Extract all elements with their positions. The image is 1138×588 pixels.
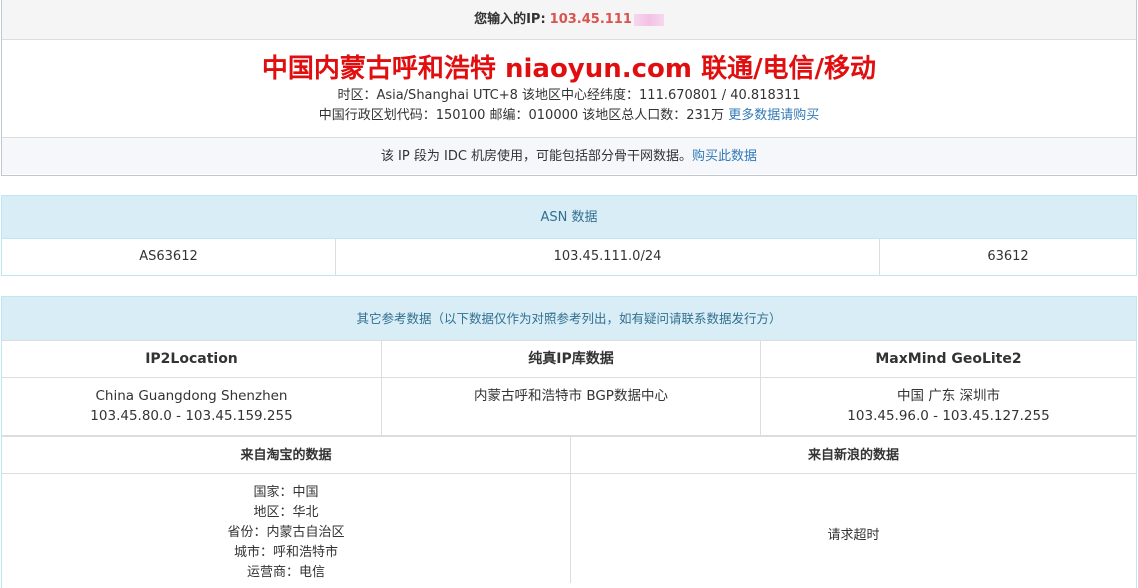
asn-prefix-cell: 103.45.111.0/24 <box>336 239 880 275</box>
chunzhen-body: 内蒙古呼和浩特市 BGP数据中心 <box>382 378 760 435</box>
ip-info-panel: 您输入的IP: 103.45.111 中国内蒙古呼和浩特 niaoyun.com … <box>1 0 1137 176</box>
asn-number-cell: AS63612 <box>2 239 336 275</box>
ip-value[interactable]: 103.45.111 <box>550 12 632 27</box>
idc-note-text: 该 IP 段为 IDC 机房使用，可能包括部分骨干网数据。 <box>380 149 693 164</box>
location-block: 中国内蒙古呼和浩特 niaoyun.com 联通/电信/移动 时区：Asia/S… <box>2 40 1136 126</box>
maxmind-column: MaxMind GeoLite2 中国 广东 深圳市 103.45.96.0 -… <box>761 341 1136 435</box>
chunzhen-column: 纯真IP库数据 内蒙古呼和浩特市 BGP数据中心 <box>382 341 761 435</box>
ip-label: 您输入的IP: <box>474 12 546 27</box>
maxmind-title: MaxMind GeoLite2 <box>761 341 1136 378</box>
ip2location-body: China Guangdong Shenzhen 103.45.80.0 - 1… <box>2 378 381 435</box>
timezone-line: 时区：Asia/Shanghai UTC+8 该地区中心经纬度：111.6708… <box>337 88 801 103</box>
idc-note: 该 IP 段为 IDC 机房使用，可能包括部分骨干网数据。购买此数据 <box>2 137 1136 174</box>
asn-row: AS63612 103.45.111.0/24 63612 <box>2 239 1136 275</box>
maxmind-location: 中国 广东 深圳市 <box>896 388 1001 404</box>
taobao-region: 地区：华北 <box>253 505 319 520</box>
redaction-mask <box>633 13 664 26</box>
chunzhen-location: 内蒙古呼和浩特市 BGP数据中心 <box>474 388 668 404</box>
reference-three-columns: IP2Location China Guangdong Shenzhen 103… <box>2 341 1136 435</box>
buy-more-data-link[interactable]: 更多数据请购买 <box>728 108 819 123</box>
reference-data-panel: 其它参考数据（以下数据仅作为对照参考列出，如有疑问请联系数据发行方） IP2Lo… <box>1 296 1137 588</box>
admin-code-text: 中国行政区划代码：150100 邮编：010000 该地区总人口数：231万 <box>318 108 725 123</box>
ip2location-location: China Guangdong Shenzhen <box>95 388 288 404</box>
asn-panel: ASN 数据 AS63612 103.45.111.0/24 63612 <box>1 195 1137 276</box>
taobao-city: 城市：呼和浩特市 <box>233 545 338 560</box>
taobao-body: 国家：中国 地区：华北 省份：内蒙古自治区 城市：呼和浩特市 运营商：电信 <box>2 474 570 583</box>
asn-id-cell: 63612 <box>987 249 1029 264</box>
reference-two-columns: 来自淘宝的数据 国家：中国 地区：华北 省份：内蒙古自治区 城市：呼和浩特市 运… <box>2 435 1136 583</box>
sina-status: 请求超时 <box>827 528 880 543</box>
ip2location-column: IP2Location China Guangdong Shenzhen 103… <box>2 341 382 435</box>
sina-title: 来自新浪的数据 <box>571 437 1136 474</box>
taobao-isp: 运营商：电信 <box>246 565 325 580</box>
ip2location-title: IP2Location <box>2 341 381 378</box>
maxmind-body: 中国 广东 深圳市 103.45.96.0 - 103.45.127.255 <box>761 378 1136 435</box>
taobao-title: 来自淘宝的数据 <box>2 437 570 474</box>
chunzhen-title: 纯真IP库数据 <box>382 341 760 378</box>
ip-header: 您输入的IP: 103.45.111 <box>2 0 1136 40</box>
taobao-country: 国家：中国 <box>253 485 319 500</box>
maxmind-range: 103.45.96.0 - 103.45.127.255 <box>847 408 1050 424</box>
taobao-column: 来自淘宝的数据 国家：中国 地区：华北 省份：内蒙古自治区 城市：呼和浩特市 运… <box>2 437 571 583</box>
ip2location-range: 103.45.80.0 - 103.45.159.255 <box>90 408 293 424</box>
sina-column: 来自新浪的数据 请求超时 <box>571 437 1136 583</box>
buy-this-data-link[interactable]: 购买此数据 <box>692 149 757 164</box>
asn-heading: ASN 数据 <box>2 196 1136 239</box>
admin-code-line: 中国行政区划代码：150100 邮编：010000 该地区总人口数：231万 更… <box>2 106 1136 126</box>
reference-heading: 其它参考数据（以下数据仅作为对照参考列出，如有疑问请联系数据发行方） <box>2 297 1136 341</box>
location-title: 中国内蒙古呼和浩特 niaoyun.com 联通/电信/移动 <box>261 54 877 84</box>
taobao-province: 省份：内蒙古自治区 <box>227 525 345 540</box>
